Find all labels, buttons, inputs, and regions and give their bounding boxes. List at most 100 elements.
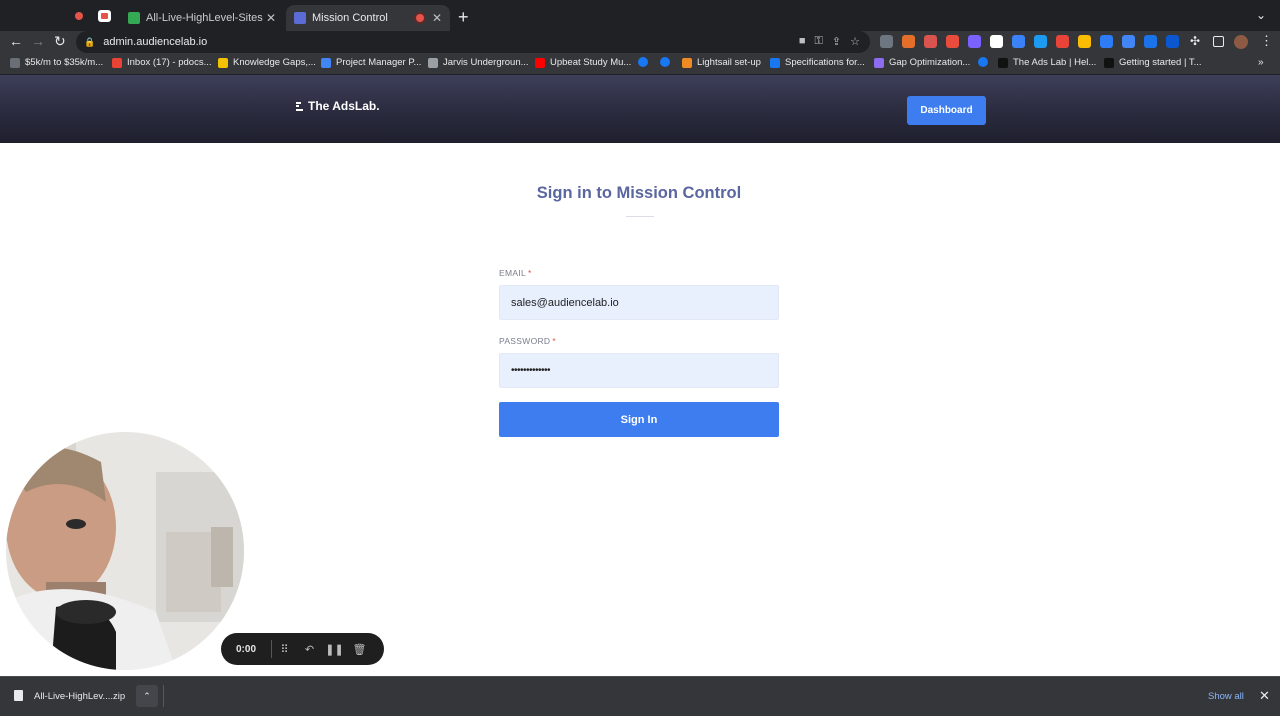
lock-icon: 🔒 — [84, 36, 96, 47]
bookmark-favicon-icon — [682, 57, 692, 68]
show-all-downloads-link[interactable]: Show all — [1208, 691, 1244, 702]
share-icon[interactable]: ⇪ — [832, 35, 841, 48]
key-icon[interactable]: ⚿ — [815, 35, 823, 48]
grid-dots-icon[interactable]: ⠿ — [272, 643, 297, 656]
recording-controls: 0:00 ⠿ ↶ ❚❚ 🗑 — [221, 633, 384, 665]
side-panel-icon[interactable] — [1213, 36, 1224, 47]
title-divider — [626, 216, 654, 217]
bookmark-item[interactable]: Upbeat Study Mu... — [535, 57, 631, 68]
password-label: PASSWORD * — [499, 336, 556, 346]
extension-icon[interactable] — [990, 35, 1003, 48]
bookmark-item[interactable]: Getting started | T... — [1104, 57, 1202, 68]
bookmark-item[interactable]: The Ads Lab | Hel... — [998, 57, 1096, 68]
bookmark-item[interactable]: Specifications for... — [770, 57, 865, 68]
pinned-tab-icon[interactable] — [98, 10, 111, 22]
bookmark-label: The Ads Lab | Hel... — [1013, 57, 1097, 68]
browser-tab-strip: All-Live-HighLevel-Sites - Goo ✕ Mission… — [0, 0, 1280, 31]
bookmark-item[interactable]: Lightsail set-up — [682, 57, 761, 68]
bookmark-favicon-icon — [874, 57, 884, 68]
extension-icon[interactable] — [968, 35, 981, 48]
file-icon — [14, 690, 23, 701]
profile-avatar[interactable] — [1234, 35, 1248, 49]
facebook-bookmark-icon[interactable] — [638, 57, 653, 67]
bookmark-item[interactable]: Gap Optimization... — [874, 57, 970, 68]
bookmark-item[interactable]: Jarvis Undergroun... — [428, 57, 529, 68]
extension-icon[interactable] — [1078, 35, 1091, 48]
address-url[interactable]: admin.audiencelab.io — [103, 36, 207, 48]
chevron-up-icon[interactable]: ⌃ — [136, 685, 158, 707]
site-logo[interactable]: The AdsLab. — [296, 99, 380, 113]
facebook-icon — [638, 57, 648, 67]
extension-icon[interactable] — [1056, 35, 1069, 48]
password-field[interactable]: ••••••••••••• — [499, 353, 779, 388]
omnibox-actions: ■ ⚿ ⇪ ☆ — [799, 35, 860, 48]
close-tab-icon[interactable]: ✕ — [432, 11, 442, 25]
extension-icon[interactable] — [1166, 35, 1179, 48]
extension-icon[interactable] — [1100, 35, 1113, 48]
reload-icon[interactable]: ↻ — [54, 33, 66, 50]
sheets-favicon-icon — [128, 12, 140, 24]
undo-icon[interactable]: ↶ — [297, 643, 322, 656]
email-field[interactable]: sales@audiencelab.io — [499, 285, 779, 320]
dashboard-button[interactable]: Dashboard — [907, 96, 986, 125]
bookmark-favicon-icon — [998, 57, 1008, 68]
bookmark-label: Knowledge Gaps,... — [233, 57, 316, 68]
new-tab-icon[interactable]: + — [458, 7, 469, 28]
bookmark-label: Getting started | T... — [1119, 57, 1202, 68]
tab-mission-control[interactable]: Mission Control ✕ — [286, 5, 450, 31]
recording-timer: 0:00 — [235, 643, 256, 655]
facebook-bookmark-icon[interactable] — [978, 57, 993, 67]
extension-icon[interactable] — [880, 35, 893, 48]
back-arrow-icon[interactable]: ← — [9, 33, 23, 49]
sign-in-button[interactable]: Sign In — [499, 402, 779, 437]
extension-icon[interactable] — [902, 35, 915, 48]
bookmark-item[interactable]: Project Manager P... — [321, 57, 421, 68]
camera-icon[interactable]: ■ — [799, 35, 806, 48]
extension-icon[interactable] — [946, 35, 959, 48]
page-title: Sign in to Mission Control — [536, 184, 742, 202]
bookmark-label: Inbox (17) - pdocs... — [127, 57, 212, 68]
download-file-name[interactable]: All-Live-HighLev....zip — [34, 691, 125, 702]
extension-icon[interactable] — [1122, 35, 1135, 48]
extension-icon[interactable] — [1144, 35, 1157, 48]
bookmark-label: Gap Optimization... — [889, 57, 971, 68]
bookmark-star-icon[interactable]: ☆ — [850, 35, 860, 48]
trash-icon[interactable]: 🗑 — [347, 643, 372, 656]
divider — [163, 685, 164, 707]
email-field-value: sales@audiencelab.io — [511, 296, 619, 309]
logo-text: The AdsLab. — [308, 99, 380, 113]
tab-title: All-Live-HighLevel-Sites - Goo — [146, 12, 266, 24]
site-header: The AdsLab. Dashboard — [0, 75, 1280, 143]
recording-indicator-icon — [415, 14, 424, 22]
extension-icon[interactable] — [1034, 35, 1047, 48]
forward-arrow-icon[interactable]: → — [31, 33, 45, 49]
bookmark-favicon-icon — [321, 57, 331, 68]
bookmark-item[interactable]: Knowledge Gaps,... — [218, 57, 316, 68]
bookmark-item[interactable]: Inbox (17) - pdocs... — [112, 57, 211, 68]
address-bar[interactable]: 🔒 admin.audiencelab.io ■ ⚿ ⇪ ☆ — [76, 31, 870, 53]
close-tab-icon[interactable]: ✕ — [266, 11, 276, 25]
extension-icon[interactable] — [1012, 35, 1025, 48]
pause-icon[interactable]: ❚❚ — [322, 643, 347, 656]
webcam-overlay[interactable] — [6, 432, 244, 670]
more-bookmarks-chevron-icon[interactable]: » — [1258, 57, 1264, 68]
bookmarks-bar: » $5k/m to $35k/m... Inbox (17) - pdocs..… — [0, 53, 1280, 75]
bookmark-label: Upbeat Study Mu... — [550, 57, 632, 68]
facebook-bookmark-icon[interactable] — [660, 57, 675, 67]
extensions-puzzle-icon[interactable]: ✣ — [1190, 34, 1200, 48]
password-label-text: PASSWORD — [499, 336, 551, 346]
bookmark-label: Project Manager P... — [336, 57, 422, 68]
bookmark-label: $5k/m to $35k/m... — [25, 57, 104, 68]
email-label: EMAIL * — [499, 268, 532, 278]
required-marker: * — [552, 336, 556, 346]
browser-menu-icon[interactable]: ⋮ — [1260, 33, 1273, 49]
logo-mark-icon — [296, 101, 303, 111]
bookmark-item[interactable]: $5k/m to $35k/m... — [10, 57, 103, 68]
tab-sheets[interactable]: All-Live-HighLevel-Sites - Goo ✕ — [120, 5, 284, 31]
required-marker: * — [528, 268, 532, 278]
tab-search-chevron-icon[interactable]: ⌄ — [1256, 8, 1266, 22]
recording-tab-icon[interactable] — [72, 9, 86, 23]
extension-icon[interactable] — [924, 35, 937, 48]
close-icon[interactable]: ✕ — [1259, 688, 1270, 704]
bookmark-favicon-icon — [1104, 57, 1114, 68]
